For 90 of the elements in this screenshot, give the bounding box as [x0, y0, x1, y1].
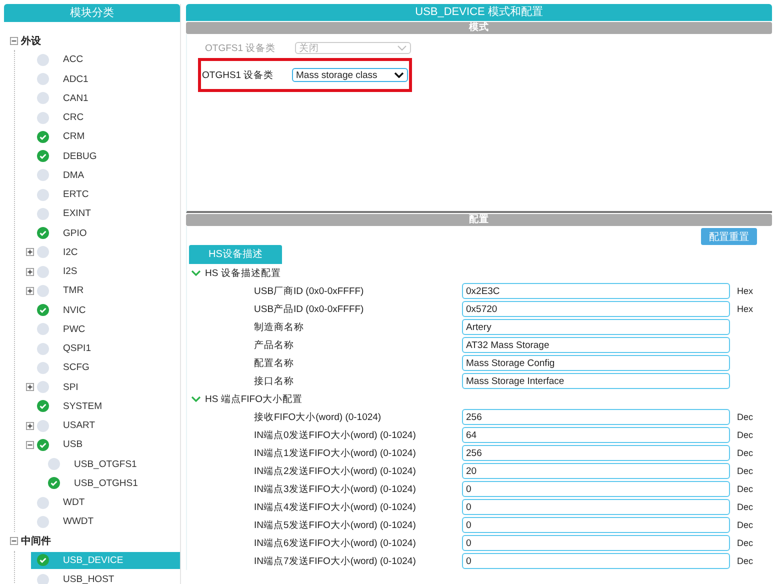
input-field[interactable]: Artery — [462, 319, 730, 335]
tree-item[interactable]: SYSTEM — [59, 398, 106, 414]
input-field[interactable]: 0 — [462, 499, 730, 515]
field-label: 接收FIFO大小(word) (0-1024) — [253, 410, 382, 424]
tree-item[interactable]: USB — [59, 437, 87, 452]
expand-icon[interactable] — [26, 422, 34, 430]
unit-label: Dec — [737, 430, 754, 440]
tree-item[interactable]: EXINT — [59, 206, 95, 222]
field-label: 产品名称 — [253, 338, 295, 352]
field-label: IN端点6发送FIFO大小(word) (0-1024) — [253, 536, 417, 550]
expand-icon[interactable] — [26, 383, 34, 392]
field-label: IN端点1发送FIFO大小(word) (0-1024) — [253, 446, 417, 460]
field-label: IN端点2发送FIFO大小(word) (0-1024) — [253, 464, 417, 478]
tree-item[interactable]: DEBUG — [59, 148, 101, 164]
expand-icon[interactable] — [26, 248, 34, 256]
input-field[interactable]: AT32 Mass Storage — [462, 337, 730, 353]
unit-label: Dec — [737, 556, 754, 566]
tree-item[interactable]: WWDT — [59, 514, 98, 530]
tree-item[interactable]: ACC — [59, 52, 88, 68]
tree-item[interactable]: SCFG — [59, 360, 94, 376]
input-field[interactable]: Mass Storage Interface — [462, 373, 730, 389]
input-field[interactable]: 64 — [462, 427, 730, 443]
input-field[interactable]: 0x2E3C — [462, 283, 730, 299]
caret-icon — [397, 45, 407, 51]
input-field[interactable]: 0 — [462, 535, 730, 551]
tree-item[interactable]: WDT — [59, 495, 89, 510]
input-field[interactable]: 256 — [462, 409, 730, 425]
field-label: IN端点5发送FIFO大小(word) (0-1024) — [253, 518, 417, 532]
tree-item[interactable]: USB_OTGHS1 — [70, 476, 142, 491]
collapse-icon[interactable] — [10, 537, 18, 546]
tree-item[interactable]: DMA — [59, 168, 88, 183]
field-label: IN端点7发送FIFO大小(word) (0-1024) — [253, 554, 417, 568]
tree-group-label[interactable]: 外设 — [21, 34, 41, 48]
field-label: 接口名称 — [253, 374, 295, 388]
field-label: 制造商名称 — [253, 320, 305, 334]
section-title: HS 端点FIFO大小配置 — [205, 392, 302, 406]
panel-header: 模块分类 — [4, 4, 180, 22]
chevron-icon[interactable] — [191, 396, 201, 402]
input-field[interactable]: 256 — [462, 445, 730, 461]
unit-label: Dec — [737, 502, 754, 512]
tree-item[interactable]: CAN1 — [59, 90, 92, 106]
input-field[interactable]: 0x5720 — [462, 301, 730, 317]
field-label: USB厂商ID (0x0-0xFFFF) — [253, 284, 365, 298]
field-label: IN端点0发送FIFO大小(word) (0-1024) — [253, 428, 417, 442]
tree-item[interactable]: QSPI1 — [59, 341, 95, 356]
unit-label: Hex — [737, 304, 754, 314]
collapse-icon[interactable] — [10, 36, 18, 45]
unit-label: Dec — [737, 538, 754, 548]
tree-item[interactable]: PWC — [59, 322, 90, 337]
tree-item[interactable]: NVIC — [59, 302, 90, 318]
tree-item[interactable]: CRC — [59, 110, 88, 126]
tree-item[interactable]: ADC1 — [59, 72, 92, 87]
tree-item[interactable]: USB_HOST — [59, 572, 118, 584]
field-label: OTGHS1 设备类 — [202, 68, 275, 82]
collapse-icon[interactable] — [26, 440, 34, 449]
section-bar: 配置 — [186, 214, 772, 226]
unit-label: Hex — [737, 286, 754, 296]
unit-label: Dec — [737, 484, 754, 494]
expand-icon[interactable] — [26, 268, 34, 276]
unit-label: Dec — [737, 466, 754, 476]
unit-label: Dec — [737, 412, 754, 422]
unit-label: Dec — [737, 520, 754, 530]
field-label: OTGFS1 设备类 — [205, 42, 277, 54]
tree-item[interactable]: I2S — [59, 264, 82, 280]
tree-item[interactable]: ERTC — [59, 187, 93, 202]
expand-icon[interactable] — [26, 286, 34, 295]
section-title: HS 设备描述配置 — [205, 266, 281, 280]
field-label: 配置名称 — [253, 356, 295, 370]
tree-item[interactable]: SPI — [59, 380, 82, 395]
tree-group-label[interactable]: 中间件 — [21, 534, 51, 548]
tree-item[interactable]: I2C — [59, 244, 82, 260]
chevron-icon[interactable] — [191, 270, 201, 276]
field-label: IN端点3发送FIFO大小(word) (0-1024) — [253, 482, 417, 496]
field-label: IN端点4发送FIFO大小(word) (0-1024) — [253, 500, 417, 514]
tree-item[interactable]: GPIO — [59, 226, 91, 241]
section-bar: 模式 — [186, 22, 772, 34]
caret-icon — [394, 72, 404, 78]
unit-label: Dec — [737, 448, 754, 458]
input-field[interactable]: 0 — [462, 481, 730, 497]
dropdown[interactable]: Mass storage class — [292, 68, 408, 82]
tree-item[interactable]: USB_OTGFS1 — [70, 456, 141, 472]
tree-item[interactable]: CRM — [59, 129, 89, 144]
input-field[interactable]: 0 — [462, 517, 730, 533]
panel-header: USB_DEVICE 模式和配置 — [186, 4, 772, 21]
tree-item[interactable]: TMR — [59, 283, 88, 298]
tree-item[interactable]: USART — [59, 418, 100, 434]
field-label: USB产品ID (0x0-0xFFFF) — [253, 302, 365, 316]
input-field[interactable]: 20 — [462, 463, 730, 479]
input-field[interactable]: 0 — [462, 553, 730, 569]
input-field[interactable]: Mass Storage Config — [462, 355, 730, 371]
